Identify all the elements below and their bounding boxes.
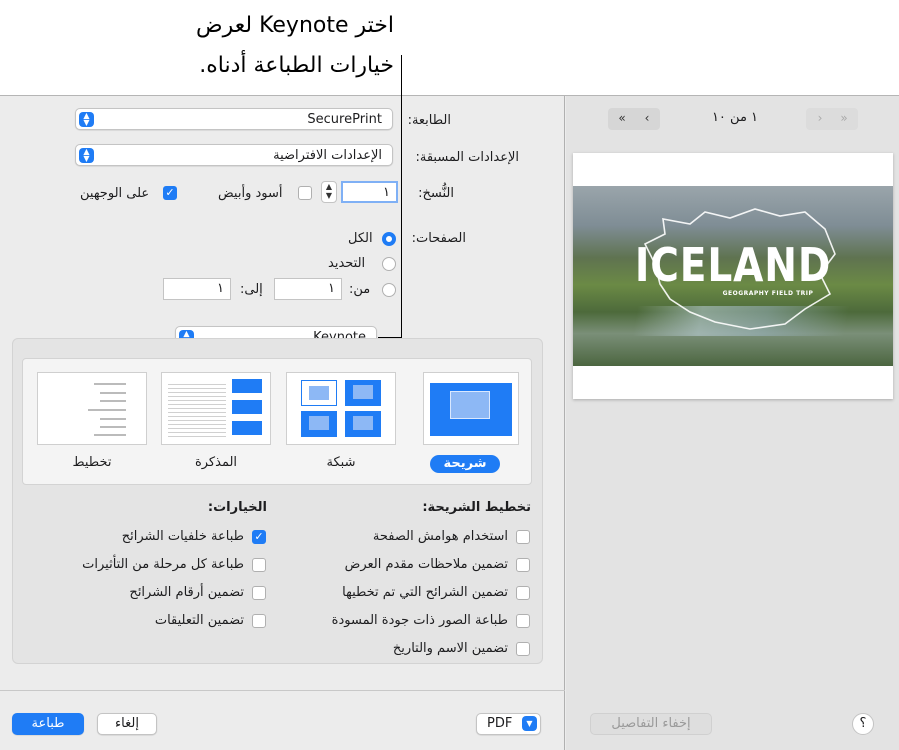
slide-backgrounds-label: طباعة خلفيات الشرائح: [121, 529, 244, 544]
layout-slide-label[interactable]: شريحة: [430, 455, 500, 473]
pdf-menu-button[interactable]: PDF ▼: [476, 713, 541, 735]
page-margins-label: استخدام هوامش الصفحة: [372, 529, 508, 544]
draft-quality-label: طباعة الصور ذات جودة المسودة: [331, 613, 508, 628]
skipped-slides-label: تضمين الشرائح التي تم تخطيها: [342, 585, 508, 600]
presets-label: الإعدادات المسبقة:: [415, 150, 519, 165]
name-date-label: تضمين الاسم والتاريخ: [392, 641, 508, 656]
copies-field[interactable]: ١: [341, 181, 398, 203]
duplex-checkbox[interactable]: ✓: [163, 186, 177, 200]
preview-page: ICELAND GEOGRAPHY FIELD TRIP: [573, 153, 893, 399]
slide-subtitle: GEOGRAPHY FIELD TRIP: [722, 290, 814, 297]
presets-popup[interactable]: ▲ ▼ الإعدادات الافتراضية: [75, 144, 393, 166]
slide-layout-heading: تخطيط الشريحة:: [422, 500, 531, 515]
chevron-down-icon: ▼: [522, 716, 537, 731]
layout-notes-thumb[interactable]: [161, 372, 271, 445]
callout-line1: اختر Keynote لعرض: [196, 13, 394, 38]
bw-checkbox[interactable]: [298, 186, 312, 200]
cancel-button[interactable]: إلغاء: [97, 713, 157, 735]
slide-thumb-inner: [450, 391, 490, 419]
copies-stepper[interactable]: ▲ ▼: [321, 181, 337, 203]
page-margins-checkbox[interactable]: [516, 530, 530, 544]
name-date-checkbox[interactable]: [516, 642, 530, 656]
help-button[interactable]: ؟: [852, 713, 874, 735]
popup-arrows-icon: ▲▼: [79, 148, 94, 163]
pdf-label: PDF: [487, 716, 513, 731]
pages-to-label: إلى:: [240, 282, 263, 297]
footer-divider: [0, 690, 565, 691]
callout-text: اختر Keynote لعرض خيارات الطباعة أدناه.: [34, 6, 394, 86]
layout-slide-thumb[interactable]: [423, 372, 519, 445]
first-page-icon[interactable]: «: [612, 111, 632, 125]
build-stages-label: طباعة كل مرحلة من التأثيرات: [82, 557, 244, 572]
pages-from-label: من:: [349, 282, 371, 297]
printer-value: SecurePrint: [307, 112, 382, 127]
options-heading: الخيارات:: [207, 500, 267, 515]
layout-grid-thumb[interactable]: [286, 372, 396, 445]
pages-all-label: الكل: [348, 231, 373, 246]
duplex-label: على الوجهين: [80, 186, 150, 201]
pages-label: الصفحات:: [411, 231, 466, 246]
slide-numbers-checkbox[interactable]: [252, 586, 266, 600]
hide-details-button[interactable]: إخفاء التفاصيل: [590, 713, 712, 735]
skipped-slides-checkbox[interactable]: [516, 586, 530, 600]
pages-selection-radio[interactable]: [382, 257, 396, 271]
popup-arrows-icon: ▲▼: [79, 112, 94, 127]
pages-to-field[interactable]: ١: [163, 278, 231, 300]
callout-leader-line: [401, 55, 402, 338]
layout-outline-thumb[interactable]: [37, 372, 147, 445]
presets-value: الإعدادات الافتراضية: [273, 148, 382, 163]
bw-label: أسود وأبيض: [218, 186, 283, 201]
presenter-notes-checkbox[interactable]: [516, 558, 530, 572]
prev-page-icon[interactable]: ‹: [637, 111, 657, 125]
comments-checkbox[interactable]: [252, 614, 266, 628]
slide-numbers-label: تضمين أرقام الشرائح: [129, 585, 244, 600]
layout-notes-label[interactable]: المذكرة: [161, 455, 271, 470]
copies-label: النُّسخ:: [418, 186, 454, 201]
page-indicator: ١ من ١٠: [711, 110, 759, 125]
build-stages-checkbox[interactable]: [252, 558, 266, 572]
prev-nav-group[interactable]: « ‹: [608, 108, 660, 130]
notes-lines: [168, 381, 226, 439]
layout-grid-label[interactable]: شبكة: [286, 455, 396, 470]
next-nav-group[interactable]: › »: [806, 108, 858, 130]
pages-all-radio[interactable]: [382, 232, 396, 246]
pages-from-field[interactable]: ١: [274, 278, 342, 300]
slide-backgrounds-checkbox[interactable]: ✓: [252, 530, 266, 544]
callout-line2: خيارات الطباعة أدناه.: [199, 53, 394, 78]
presenter-notes-label: تضمين ملاحظات مقدم العرض: [344, 557, 508, 572]
pages-selection-label: التحديد: [328, 256, 366, 271]
printer-label: الطابعة:: [407, 113, 451, 128]
draft-quality-checkbox[interactable]: [516, 614, 530, 628]
printer-popup[interactable]: ▲ ▼ SecurePrint: [75, 108, 393, 130]
print-button[interactable]: طباعة: [12, 713, 84, 735]
comments-label: تضمين التعليقات: [154, 613, 244, 628]
slide-title: ICELAND: [634, 238, 832, 292]
layout-outline-label[interactable]: تخطيط: [37, 455, 147, 470]
pages-range-radio[interactable]: [382, 283, 396, 297]
last-page-icon[interactable]: »: [834, 111, 854, 125]
next-page-icon[interactable]: ›: [810, 111, 830, 125]
slide-image: ICELAND GEOGRAPHY FIELD TRIP: [573, 186, 893, 366]
